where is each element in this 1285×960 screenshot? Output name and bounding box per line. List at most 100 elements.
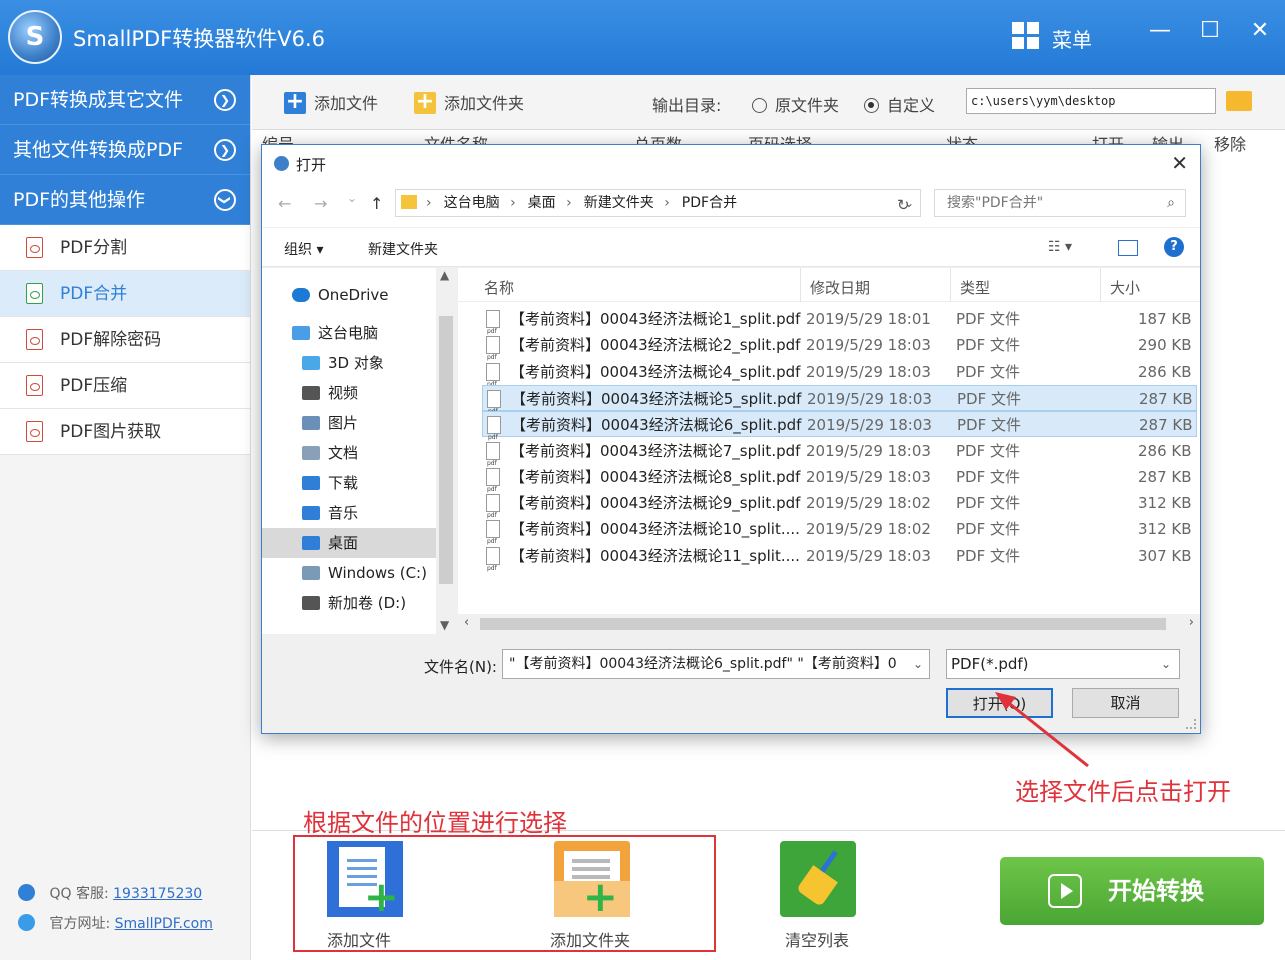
nav-item-label: OneDrive bbox=[318, 286, 389, 304]
file-row[interactable]: 【考前资料】00043经济法概论6_split.pdf 2019/5/29 18:… bbox=[482, 411, 1197, 451]
pdf-file-icon bbox=[486, 494, 500, 529]
sidebar: PDF转换成其它文件 ❯ 其他文件转换成PDF ❯ PDF的其他操作 ❯ PDF… bbox=[0, 75, 251, 960]
nav-item[interactable]: 音乐 bbox=[262, 498, 436, 528]
sidebar-item-pdf-unlock[interactable]: PDF解除密码 bbox=[0, 317, 250, 363]
breadcrumb-item[interactable]: 这台电脑 bbox=[444, 195, 500, 211]
nav-item[interactable]: Windows (C:) bbox=[262, 558, 436, 588]
breadcrumb-item[interactable]: 桌面 bbox=[528, 195, 556, 211]
close-button[interactable]: ✕ bbox=[1245, 18, 1275, 43]
file-list-pane: 名称 ^ 修改日期 类型 大小 【考前资料】00043经济法概论1_split.… bbox=[458, 268, 1200, 634]
sidebar-item-pdf-compress[interactable]: PDF压缩 bbox=[0, 363, 250, 409]
maximize-button[interactable]: ☐ bbox=[1195, 18, 1225, 43]
output-path-input[interactable]: c:\users\yym\desktop bbox=[966, 88, 1216, 114]
file-row[interactable]: 【考前资料】00043经济法概论8_split.pdf 2019/5/29 18:… bbox=[482, 464, 1197, 503]
pdf-file-icon bbox=[486, 336, 500, 371]
site-link[interactable]: SmallPDF.com bbox=[115, 916, 213, 932]
sidebar-item-pdf-split[interactable]: PDF分割 bbox=[0, 225, 250, 271]
file-row[interactable]: 【考前资料】00043经济法概论2_split.pdf 2019/5/29 18:… bbox=[482, 332, 1197, 371]
file-row[interactable]: 【考前资料】00043经济法概论1_split.pdf 2019/5/29 18:… bbox=[482, 306, 1197, 345]
nav-item[interactable]: 文档 bbox=[262, 438, 436, 468]
file-size: 287 KB bbox=[1138, 467, 1192, 486]
file-row[interactable]: 【考前资料】00043经济法概论5_split.pdf 2019/5/29 18:… bbox=[482, 384, 1197, 425]
menu-grid-icon[interactable] bbox=[1012, 22, 1040, 50]
nav-item[interactable]: OneDrive bbox=[262, 280, 436, 310]
recent-dropdown-icon[interactable]: ⌄ bbox=[347, 191, 357, 205]
scroll-up-icon[interactable]: ▲ bbox=[440, 268, 449, 282]
scroll-thumb[interactable] bbox=[480, 618, 1166, 630]
nav-item-label: 文档 bbox=[328, 444, 359, 462]
horizontal-scrollbar[interactable]: ‹ › bbox=[458, 614, 1200, 634]
file-row[interactable]: 【考前资料】00043经济法概论10_split.... 2019/5/29 18… bbox=[482, 516, 1197, 555]
refresh-icon[interactable]: ↻ bbox=[897, 196, 910, 214]
drive-d-icon bbox=[302, 596, 320, 610]
start-convert-button[interactable]: 开始转换 bbox=[1000, 857, 1264, 925]
nav-item[interactable]: 桌面 bbox=[262, 528, 436, 558]
resize-grip[interactable] bbox=[1186, 719, 1196, 729]
file-row[interactable]: 【考前资料】00043经济法概论11_split.... 2019/5/29 18… bbox=[482, 543, 1197, 582]
nav-item[interactable]: 3D 对象 bbox=[262, 348, 436, 378]
sidebar-category-pdf-other-ops[interactable]: PDF的其他操作 ❯ bbox=[0, 175, 250, 225]
logo-letter: S bbox=[25, 22, 45, 52]
dialog-close-button[interactable]: ✕ bbox=[1171, 151, 1188, 175]
col-type[interactable]: 类型 bbox=[960, 277, 990, 298]
broom-icon[interactable] bbox=[780, 841, 856, 917]
nav-item[interactable]: 新加卷 (D:) bbox=[262, 588, 436, 618]
file-modified: 2019/5/29 18:02 bbox=[806, 520, 931, 539]
breadcrumb-item[interactable]: 新建文件夹 bbox=[584, 195, 654, 211]
search-input[interactable]: 搜索"PDF合并" ⌕ bbox=[934, 189, 1186, 217]
preview-pane-icon[interactable] bbox=[1118, 240, 1138, 256]
nav-item[interactable]: 图片 bbox=[262, 408, 436, 438]
file-row[interactable]: 【考前资料】00043经济法概论9_split.pdf 2019/5/29 18:… bbox=[482, 490, 1197, 529]
menu-button[interactable]: 菜单 bbox=[1052, 24, 1092, 53]
download-icon bbox=[302, 476, 320, 490]
scroll-thumb[interactable] bbox=[439, 316, 453, 584]
annotation-select-location: 根据文件的位置进行选择 bbox=[303, 809, 567, 837]
sidebar-item-pdf-images[interactable]: PDF图片获取 bbox=[0, 409, 250, 455]
qq-link[interactable]: 1933175230 bbox=[113, 886, 202, 902]
minimize-button[interactable]: — bbox=[1145, 18, 1175, 43]
nav-item[interactable]: 视频 bbox=[262, 378, 436, 408]
back-arrow-icon[interactable]: ← bbox=[278, 194, 291, 213]
sidebar-category-pdf-to-other[interactable]: PDF转换成其它文件 ❯ bbox=[0, 75, 250, 125]
nav-item[interactable]: 这台电脑 bbox=[262, 318, 436, 348]
browse-folder-icon[interactable] bbox=[1226, 91, 1252, 111]
forward-arrow-icon[interactable]: → bbox=[314, 194, 327, 213]
scroll-right-icon[interactable]: › bbox=[1189, 615, 1194, 630]
scroll-left-icon[interactable]: ‹ bbox=[464, 615, 469, 630]
breadcrumb-item[interactable]: PDF合并 bbox=[682, 195, 737, 211]
organize-menu[interactable]: 组织 ▾ bbox=[284, 239, 323, 259]
file-row[interactable]: 【考前资料】00043经济法概论7_split.pdf 2019/5/29 18:… bbox=[482, 438, 1197, 477]
up-arrow-icon[interactable]: ↑ bbox=[370, 194, 383, 213]
nav-scrollbar[interactable]: ▲ ▼ bbox=[436, 268, 456, 634]
sidebar-category-label: PDF转换成其它文件 bbox=[13, 89, 184, 111]
annotation-highlight-box bbox=[293, 835, 716, 952]
address-bar[interactable]: › 这台电脑 › 桌面 › 新建文件夹 › PDF合并 ⌄ bbox=[395, 189, 921, 217]
col-name[interactable]: 名称 bbox=[484, 277, 514, 298]
filename-label: 文件名(N): bbox=[424, 658, 497, 676]
view-options-icon[interactable]: ☷ ▾ bbox=[1048, 239, 1072, 255]
new-folder-button[interactable]: 新建文件夹 bbox=[368, 239, 438, 259]
sidebar-item-pdf-merge[interactable]: PDF合并 bbox=[0, 271, 250, 317]
desktop-icon bbox=[302, 536, 320, 550]
open-button[interactable]: 打开(O) bbox=[946, 688, 1053, 718]
file-row[interactable]: 【考前资料】00043经济法概论4_split.pdf 2019/5/29 18:… bbox=[482, 359, 1197, 398]
radio-label: 自定义 bbox=[887, 96, 936, 115]
cancel-button[interactable]: 取消 bbox=[1072, 688, 1179, 718]
chevron-down-icon[interactable]: ⌄ bbox=[908, 650, 923, 678]
file-type-select[interactable]: PDF(*.pdf) ⌄ bbox=[946, 649, 1180, 679]
radio-original-folder[interactable]: 原文件夹 bbox=[752, 92, 839, 116]
scroll-down-icon[interactable]: ▼ bbox=[440, 618, 449, 632]
filename-value: "【考前资料】00043经济法概论6_split.pdf" "【考前资料】0 bbox=[509, 656, 897, 672]
clear-list-label[interactable]: 清空列表 bbox=[785, 927, 849, 951]
sidebar-item-label: PDF压缩 bbox=[60, 376, 128, 396]
filename-input[interactable]: "【考前资料】00043经济法概论6_split.pdf" "【考前资料】0 ⌄ bbox=[502, 649, 930, 679]
nav-item[interactable]: 下载 bbox=[262, 468, 436, 498]
title-bar: S SmallPDF转换器软件V6.6 菜单 — ☐ ✕ bbox=[0, 0, 1285, 75]
col-size[interactable]: 大小 bbox=[1110, 277, 1140, 298]
radio-custom[interactable]: 自定义 bbox=[864, 92, 935, 116]
add-folder-button[interactable]: 添加文件夹 bbox=[414, 89, 524, 114]
add-file-button[interactable]: 添加文件 bbox=[284, 89, 378, 114]
col-modified[interactable]: 修改日期 bbox=[810, 277, 870, 298]
help-icon[interactable]: ? bbox=[1164, 237, 1184, 257]
sidebar-category-other-to-pdf[interactable]: 其他文件转换成PDF ❯ bbox=[0, 125, 250, 175]
